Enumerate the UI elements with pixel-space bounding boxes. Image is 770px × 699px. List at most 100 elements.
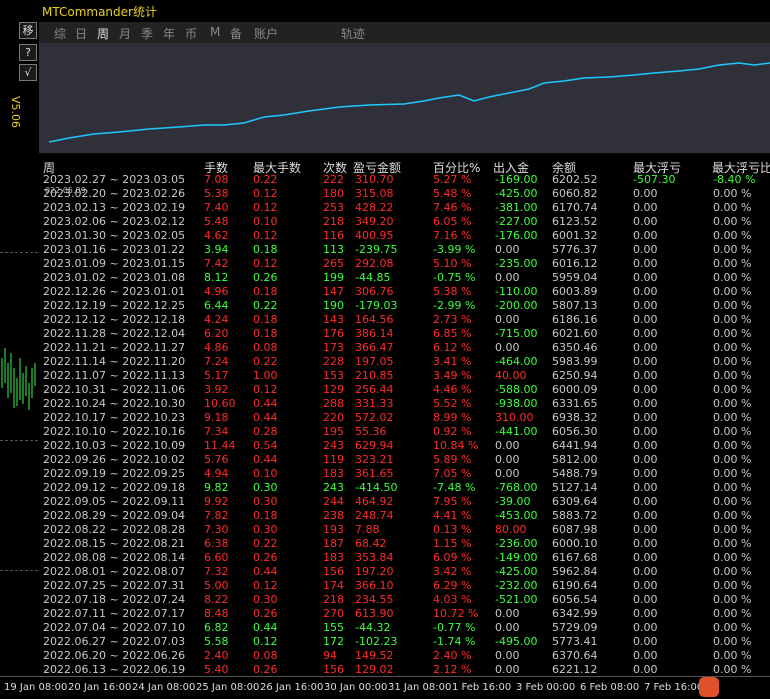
cell-lots: 7.82 <box>204 509 229 522</box>
cell-pl: 310.70 <box>355 173 394 186</box>
cell-count: 187 <box>323 537 344 550</box>
cell-flow: 0.00 <box>495 607 520 620</box>
table-row: 2023.01.09 ~ 2023.01.15 7.42 0.12 265 292.08… <box>39 257 770 271</box>
cell-max-float: 0.00 <box>633 551 658 564</box>
tab-currency[interactable]: 币 <box>185 25 197 42</box>
cell-lots: 5.76 <box>204 453 229 466</box>
cell-pl: 164.56 <box>355 313 394 326</box>
cell-balance: 6060.82 <box>552 187 598 200</box>
move-button[interactable]: 移 <box>19 22 37 39</box>
table-row: 2022.08.08 ~ 2022.08.14 6.60 0.26 183 353.84… <box>39 551 770 565</box>
cell-week: 2022.12.12 ~ 2022.12.18 <box>43 313 186 326</box>
title-bar: MTCommander统计 <box>39 0 770 23</box>
tab-account[interactable]: 账户 <box>254 25 278 42</box>
cell-week: 2022.08.01 ~ 2022.08.07 <box>43 565 186 578</box>
tab-year[interactable]: 年 <box>163 25 175 42</box>
help-button[interactable]: ? <box>19 44 37 61</box>
tab-backup[interactable]: 备 <box>230 25 242 42</box>
cell-max-float-pct: 0.00 % <box>713 495 752 508</box>
cell-pl: 248.74 <box>355 509 394 522</box>
cell-lots: 5.48 <box>204 215 229 228</box>
cell-flow: -938.00 <box>495 397 538 410</box>
cell-max-float-pct: 0.00 % <box>713 565 752 578</box>
cell-pl: 234.55 <box>355 593 394 606</box>
cell-max-lots: 0.22 <box>253 299 278 312</box>
cell-max-lots: 0.10 <box>253 215 278 228</box>
cell-balance: 5776.37 <box>552 243 598 256</box>
table-row: 2022.12.19 ~ 2022.12.25 6.44 0.22 190 -179.0… <box>39 299 770 313</box>
cell-flow: -715.00 <box>495 327 538 340</box>
axis-label: 25 Jan 08:00 <box>196 682 260 693</box>
tab-week[interactable]: 周 <box>97 25 109 42</box>
cell-lots: 8.12 <box>204 271 229 284</box>
tab-month[interactable]: 月 <box>119 25 131 42</box>
cell-max-float-pct: 0.00 % <box>713 481 752 494</box>
cell-max-float: 0.00 <box>633 313 658 326</box>
cell-count: 238 <box>323 509 344 522</box>
cell-balance: 6370.64 <box>552 649 598 662</box>
cell-lots: 2.40 <box>204 649 229 662</box>
cell-pct: 7.46 % <box>433 201 472 214</box>
table-row: 2022.12.26 ~ 2023.01.01 4.96 0.18 147 306.76… <box>39 285 770 299</box>
cell-lots: 3.92 <box>204 383 229 396</box>
tab-summary[interactable]: 综 <box>54 25 66 42</box>
tab-m[interactable]: M <box>210 25 220 39</box>
equity-line <box>48 62 770 143</box>
cell-pct: 7.95 % <box>433 495 472 508</box>
cell-max-float: 0.00 <box>633 383 658 396</box>
table-row: 2022.07.11 ~ 2022.07.17 8.48 0.26 270 613.90… <box>39 607 770 621</box>
cell-flow: -425.00 <box>495 565 538 578</box>
cell-balance: 6056.54 <box>552 593 598 606</box>
cell-flow: -110.00 <box>495 285 538 298</box>
cell-week: 2022.11.28 ~ 2022.12.04 <box>43 327 186 340</box>
cell-flow: -232.00 <box>495 579 538 592</box>
table-row: 2022.07.04 ~ 2022.07.10 6.82 0.44 155 -44.32… <box>39 621 770 635</box>
cell-balance: 6221.12 <box>552 663 598 676</box>
cell-lots: 7.30 <box>204 523 229 536</box>
cell-max-float-pct: 0.00 % <box>713 509 752 522</box>
cell-lots: 6.82 <box>204 621 229 634</box>
cell-pct: 2.12 % <box>433 663 472 676</box>
table-row: 2022.11.07 ~ 2022.11.13 5.17 1.00 153 210.85… <box>39 369 770 383</box>
cell-count: 143 <box>323 313 344 326</box>
cell-max-float: 0.00 <box>633 285 658 298</box>
confirm-button[interactable]: √ <box>19 64 37 81</box>
cell-week: 2022.10.03 ~ 2022.10.09 <box>43 439 186 452</box>
tab-day[interactable]: 日 <box>75 25 87 42</box>
cell-pl: 55.36 <box>355 425 387 438</box>
cell-week: 2022.06.13 ~ 2022.06.19 <box>43 663 186 676</box>
time-axis: 19 Jan 08:00 20 Jan 16:00 24 Jan 08:00 2… <box>0 676 770 699</box>
cell-max-lots: 0.44 <box>253 621 278 634</box>
cell-balance: 6000.09 <box>552 383 598 396</box>
cell-max-float: 0.00 <box>633 229 658 242</box>
cell-max-lots: 0.44 <box>253 411 278 424</box>
cell-max-float-pct: 0.00 % <box>713 663 752 676</box>
cell-count: 183 <box>323 467 344 480</box>
tab-quarter[interactable]: 季 <box>141 25 153 42</box>
cell-flow: 80.00 <box>495 523 527 536</box>
cell-max-lots: 0.30 <box>253 481 278 494</box>
cell-max-float-pct: 0.00 % <box>713 593 752 606</box>
table-row: 2022.08.01 ~ 2022.08.07 7.32 0.44 156 197.20… <box>39 565 770 579</box>
cell-pct: 5.48 % <box>433 187 472 200</box>
cell-week: 2022.08.22 ~ 2022.08.28 <box>43 523 186 536</box>
cell-flow: 0.00 <box>495 621 520 634</box>
cell-week: 2023.01.02 ~ 2023.01.08 <box>43 271 186 284</box>
cell-count: 156 <box>323 565 344 578</box>
cell-balance: 6001.32 <box>552 229 598 242</box>
cell-max-float: 0.00 <box>633 243 658 256</box>
cell-lots: 7.42 <box>204 257 229 270</box>
cell-count: 218 <box>323 215 344 228</box>
axis-label: 20 Jan 16:00 <box>68 682 132 693</box>
cell-max-float-pct: 0.00 % <box>713 579 752 592</box>
cell-max-float: 0.00 <box>633 201 658 214</box>
tab-track[interactable]: 轨迹 <box>341 25 365 42</box>
cell-max-float: 0.00 <box>633 341 658 354</box>
cell-balance: 6250.94 <box>552 369 598 382</box>
version-label: V5.06 <box>9 96 22 129</box>
cell-pct: 0.92 % <box>433 425 472 438</box>
cell-max-float-pct: 0.00 % <box>713 243 752 256</box>
cell-max-lots: 0.18 <box>253 285 278 298</box>
cell-max-lots: 0.08 <box>253 649 278 662</box>
cell-lots: 9.82 <box>204 481 229 494</box>
